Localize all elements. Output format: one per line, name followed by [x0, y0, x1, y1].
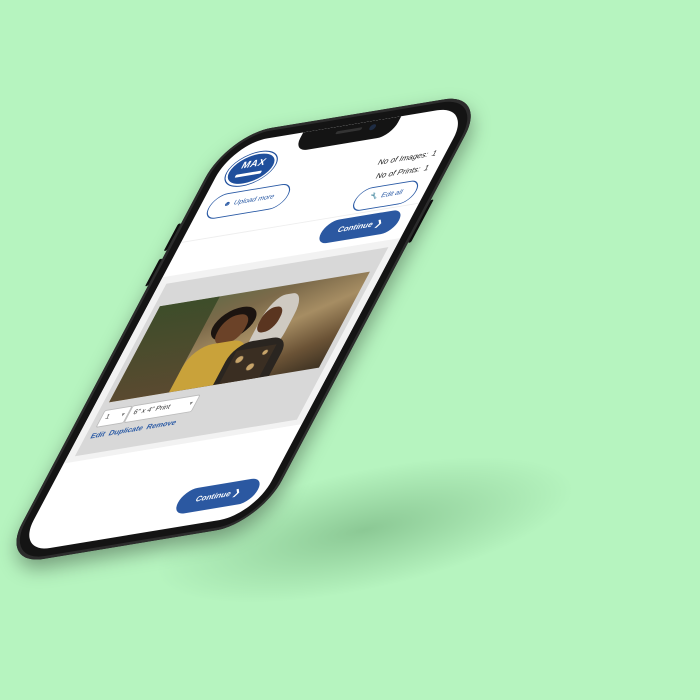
notch: [292, 116, 402, 153]
photo-card: 1 ▾ 6" x 4" Print ▾ EditDuplicateRemove: [74, 247, 389, 457]
speaker: [335, 127, 363, 135]
wrench-icon: 🔧: [367, 193, 380, 202]
upload-more-label: Upload more: [232, 193, 276, 207]
duplicate-link[interactable]: Duplicate: [107, 423, 145, 437]
edit-link[interactable]: Edit: [89, 429, 108, 440]
remove-link[interactable]: Remove: [145, 418, 179, 432]
order-stats: No of Images:1 No of Prints:1: [363, 146, 441, 186]
photo-thumbnail[interactable]: [108, 271, 370, 403]
quantity-value: 1: [103, 413, 112, 422]
continue-bottom-label: Continue: [193, 489, 234, 504]
continue-top-label: Continue: [335, 219, 376, 235]
upload-more-button[interactable]: ☻Upload more: [201, 182, 296, 221]
user-upload-icon: ☻: [221, 200, 233, 209]
max-logo[interactable]: MAX: [218, 148, 284, 190]
scene: MAX No of Images:1 No of Prints:1 ☻Uploa…: [0, 0, 700, 700]
print-options: 1 ▾ 6" x 4" Print ▾: [95, 394, 201, 428]
images-count-value: 1: [429, 148, 439, 159]
print-size-value: 6" x 4" Print: [131, 403, 172, 417]
continue-button-bottom[interactable]: Continue❯: [171, 476, 265, 516]
print-size-select[interactable]: 6" x 4" Print ▾: [123, 394, 201, 424]
edit-all-label: Edit all: [379, 189, 404, 200]
front-camera: [368, 123, 378, 131]
chevron-down-icon: ▾: [187, 400, 194, 408]
prints-count-value: 1: [421, 163, 432, 173]
photo-gallery: 1 ▾ 6" x 4" Print ▾ EditDuplicateRemove: [63, 237, 401, 464]
